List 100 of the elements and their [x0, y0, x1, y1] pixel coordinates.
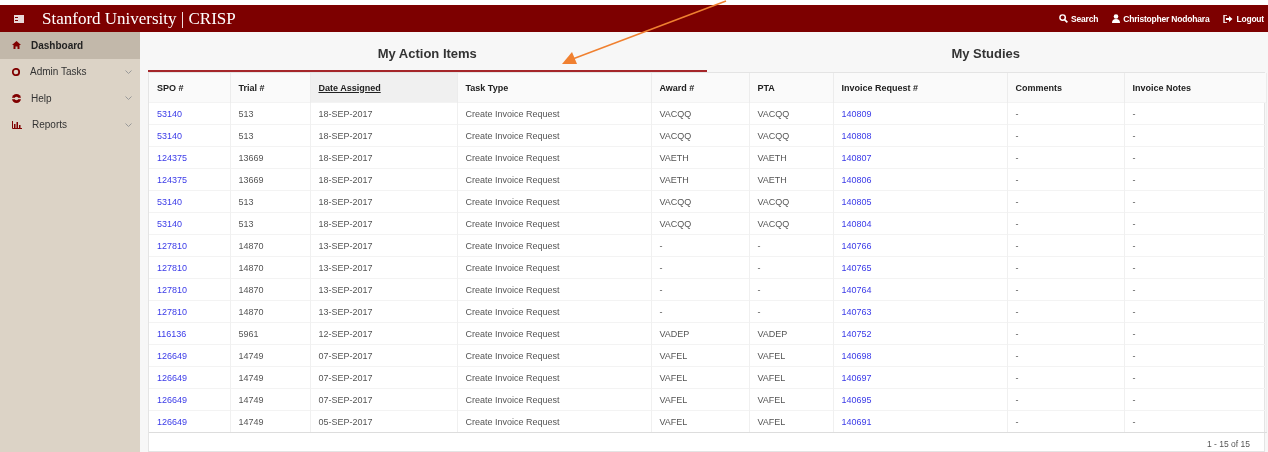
table-link[interactable]: 116136: [157, 328, 187, 339]
sidebar-item[interactable]: Admin Tasks: [0, 58, 140, 85]
table-link[interactable]: 140752: [841, 328, 872, 339]
table-cell: Create Invoice Request: [457, 388, 651, 411]
sidebar-item[interactable]: Help: [0, 85, 140, 112]
table-link[interactable]: 126649: [157, 350, 188, 361]
search-icon: [1059, 14, 1069, 23]
header-link[interactable]: Christopher Nodohara: [1112, 13, 1210, 24]
table-link[interactable]: 140697: [841, 372, 872, 383]
table-cell: VACQQ: [651, 212, 749, 235]
table-cell: 513: [230, 102, 310, 125]
table-cell: -: [1007, 322, 1124, 345]
menu-icon[interactable]: [14, 14, 24, 23]
table-cell: -: [1007, 146, 1124, 169]
table-cell: -: [1124, 256, 1266, 279]
table-link[interactable]: 140804: [841, 218, 872, 229]
table-link[interactable]: 140806: [841, 174, 872, 185]
column-header[interactable]: Trial #: [230, 73, 310, 103]
table-link[interactable]: 127810: [157, 240, 188, 251]
column-header[interactable]: Invoice Notes: [1124, 73, 1266, 103]
table-cell: VACQQ: [749, 212, 833, 235]
header-link[interactable]: Logout: [1223, 13, 1264, 24]
table-cell: 18-SEP-2017: [310, 168, 457, 191]
table-link[interactable]: 140698: [841, 350, 872, 361]
table-cell: -: [1007, 168, 1124, 191]
table-cell: VAETH: [749, 146, 833, 169]
table-cell: Create Invoice Request: [457, 146, 651, 169]
table-cell: 14749: [230, 388, 310, 411]
column-header[interactable]: PTA: [749, 73, 833, 103]
table-cell: -: [749, 300, 833, 323]
column-header[interactable]: Award #: [651, 73, 749, 103]
table-cell: 18-SEP-2017: [310, 190, 457, 213]
table-cell: VAFEL: [651, 366, 749, 389]
table-cell: VACQQ: [749, 190, 833, 213]
table-cell: Create Invoice Request: [457, 256, 651, 279]
table-cell: 513: [230, 124, 310, 147]
table-cell: -: [1124, 212, 1266, 235]
table-cell: VAFEL: [651, 344, 749, 367]
table-cell: -: [749, 234, 833, 257]
column-header[interactable]: Comments: [1007, 73, 1124, 103]
pagination-info: 1 - 15 of 15: [1207, 439, 1250, 449]
table-cell: VAETH: [651, 168, 749, 191]
table-cell: Create Invoice Request: [457, 124, 651, 147]
table-link[interactable]: 53140: [157, 218, 183, 229]
table-link[interactable]: 140763: [841, 306, 872, 317]
table-link[interactable]: 140695: [841, 394, 872, 405]
table-cell: 5961: [230, 322, 310, 345]
table-cell: -: [1124, 146, 1266, 169]
table-cell: -: [651, 256, 749, 279]
column-header[interactable]: Invoice Request #: [833, 73, 1007, 103]
sidebar-item[interactable]: Reports: [0, 111, 140, 138]
table-cell: -: [651, 278, 749, 301]
table-link[interactable]: 127810: [157, 262, 188, 273]
table-cell: -: [1007, 410, 1124, 433]
table-cell: -: [651, 300, 749, 323]
table-link[interactable]: 124375: [157, 152, 188, 163]
table-link[interactable]: 126649: [157, 394, 188, 405]
table-cell: VACQQ: [749, 124, 833, 147]
table-link[interactable]: 126649: [157, 416, 188, 427]
table-link[interactable]: 140807: [841, 152, 872, 163]
table-link[interactable]: 140764: [841, 284, 872, 295]
table-cell: VAFEL: [651, 410, 749, 433]
table-link[interactable]: 53140: [157, 130, 183, 141]
table-link[interactable]: 127810: [157, 306, 188, 317]
column-header[interactable]: Date Assigned: [310, 73, 457, 103]
table-cell: -: [749, 278, 833, 301]
table-link[interactable]: 124375: [157, 174, 188, 185]
table-cell: -: [1007, 256, 1124, 279]
table-cell: Create Invoice Request: [457, 322, 651, 345]
header-link[interactable]: Search: [1059, 13, 1099, 24]
tab[interactable]: My Studies: [706, 32, 1265, 72]
sidebar-item[interactable]: Dashboard: [0, 32, 140, 59]
table-link[interactable]: 140765: [841, 262, 872, 273]
table-cell: Create Invoice Request: [457, 410, 651, 433]
column-header[interactable]: SPO #: [149, 73, 230, 103]
table-cell: VACQQ: [651, 102, 749, 125]
table-cell: Create Invoice Request: [457, 300, 651, 323]
table-cell: Create Invoice Request: [457, 102, 651, 125]
table-cell: Create Invoice Request: [457, 366, 651, 389]
table-cell: -: [1007, 366, 1124, 389]
table-link[interactable]: 140809: [841, 108, 872, 119]
table-cell: -: [1007, 212, 1124, 235]
table-link[interactable]: 53140: [157, 196, 183, 207]
table-cell: 14870: [230, 278, 310, 301]
table-link[interactable]: 126649: [157, 372, 188, 383]
table-link[interactable]: 127810: [157, 284, 188, 295]
logout-icon: [1223, 14, 1234, 23]
table-link[interactable]: 140691: [841, 416, 872, 427]
table-cell: -: [1124, 102, 1266, 125]
table-cell: 14749: [230, 344, 310, 367]
table-cell: 12-SEP-2017: [310, 322, 457, 345]
table-cell: 14749: [230, 366, 310, 389]
table-cell: VAETH: [749, 168, 833, 191]
table-link[interactable]: 140805: [841, 196, 872, 207]
table-link[interactable]: 140808: [841, 130, 872, 141]
table-link[interactable]: 140766: [841, 240, 872, 251]
table-cell: 07-SEP-2017: [310, 366, 457, 389]
table-cell: Create Invoice Request: [457, 190, 651, 213]
column-header[interactable]: Task Type: [457, 73, 651, 103]
table-link[interactable]: 53140: [157, 108, 183, 119]
